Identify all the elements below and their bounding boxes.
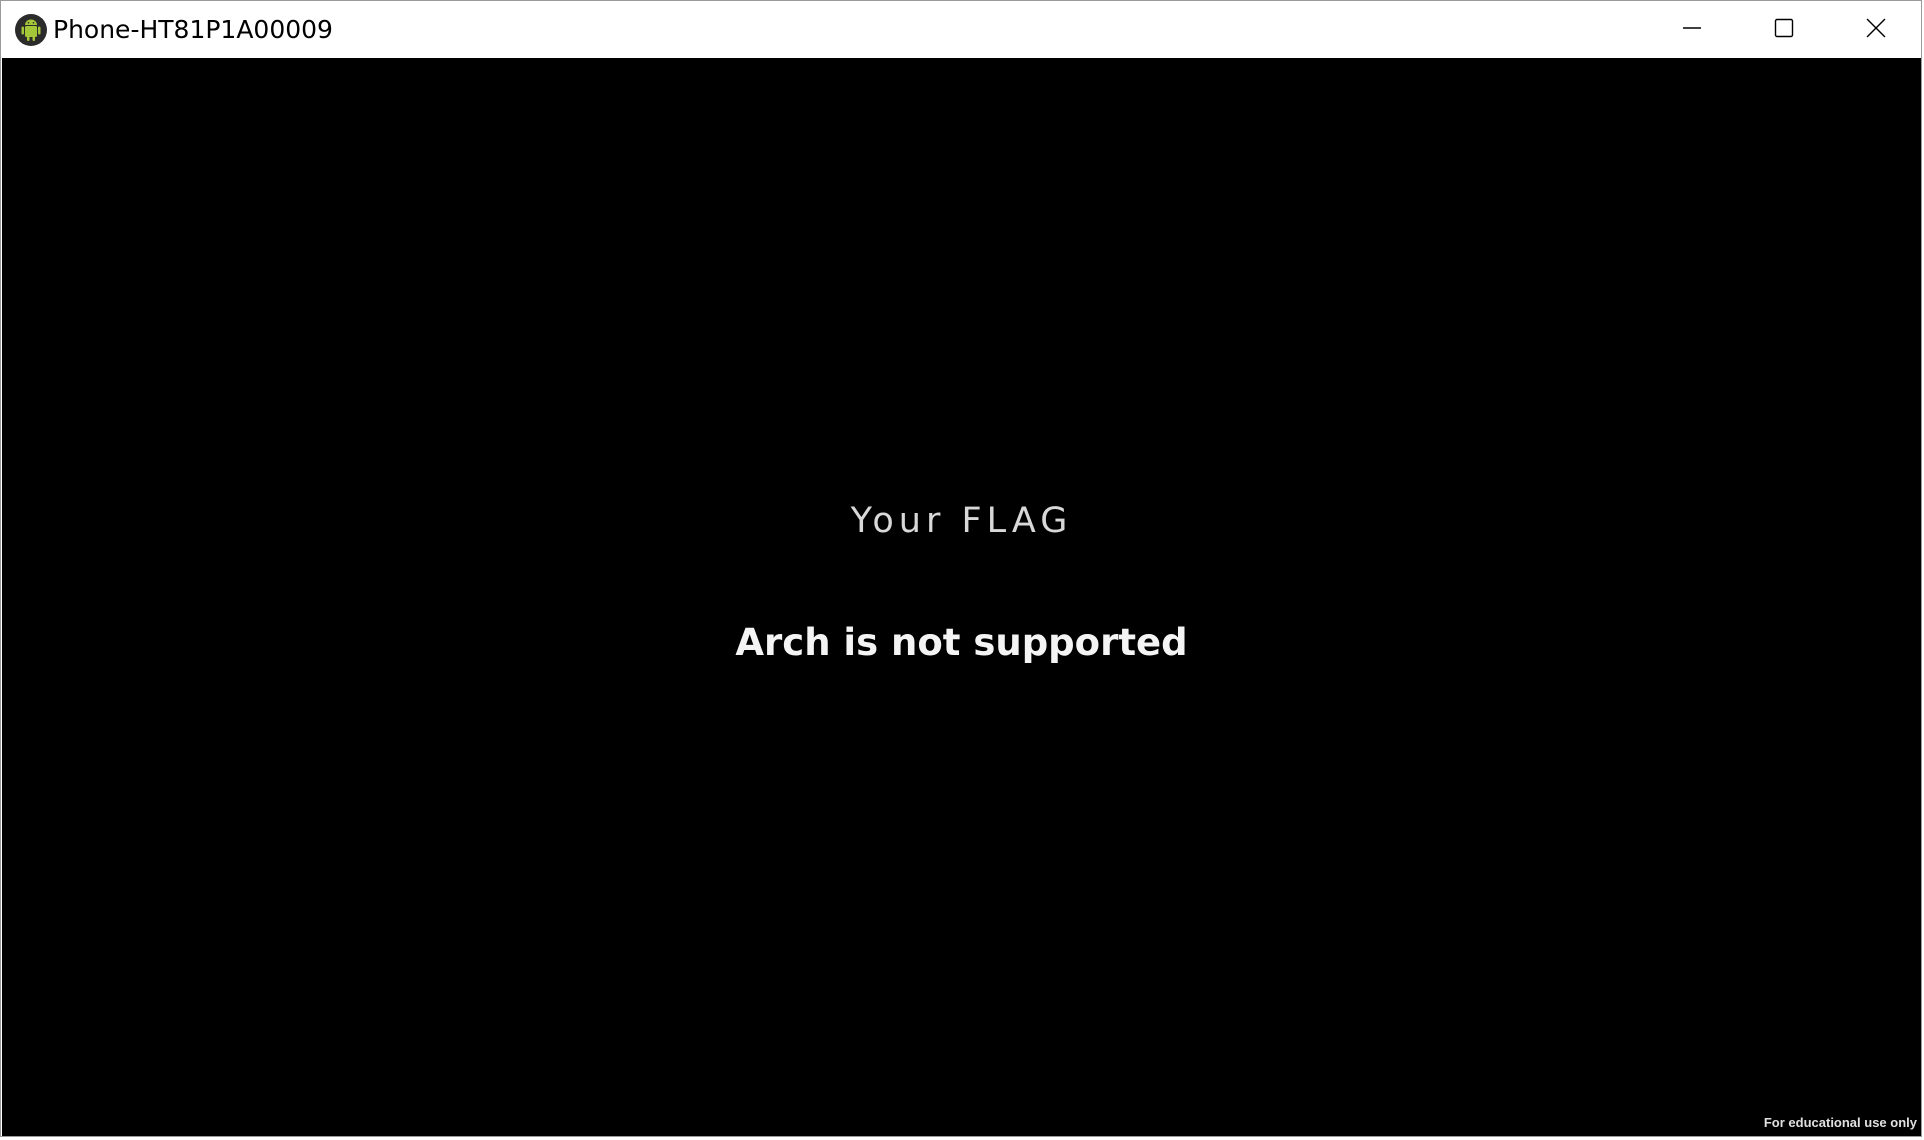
close-icon xyxy=(1865,17,1887,43)
title-bar[interactable]: Phone-HT81P1A00009 xyxy=(1,1,1921,58)
close-button[interactable] xyxy=(1830,1,1922,58)
minimize-button[interactable] xyxy=(1646,1,1738,58)
window-title: Phone-HT81P1A00009 xyxy=(53,15,333,44)
minimize-icon xyxy=(1682,18,1702,42)
error-message: Arch is not supported xyxy=(735,621,1188,664)
phone-screen[interactable]: Your FLAG Arch is not supported For educ… xyxy=(2,58,1921,1136)
app-window: Phone-HT81P1A00009 Your FLAG Arch is not… xyxy=(0,0,1922,1137)
android-icon xyxy=(15,14,47,46)
maximize-button[interactable] xyxy=(1738,1,1830,58)
watermark: For educational use only xyxy=(1763,1115,1917,1130)
flag-text: Your FLAG xyxy=(850,501,1073,541)
maximize-icon xyxy=(1774,18,1794,42)
